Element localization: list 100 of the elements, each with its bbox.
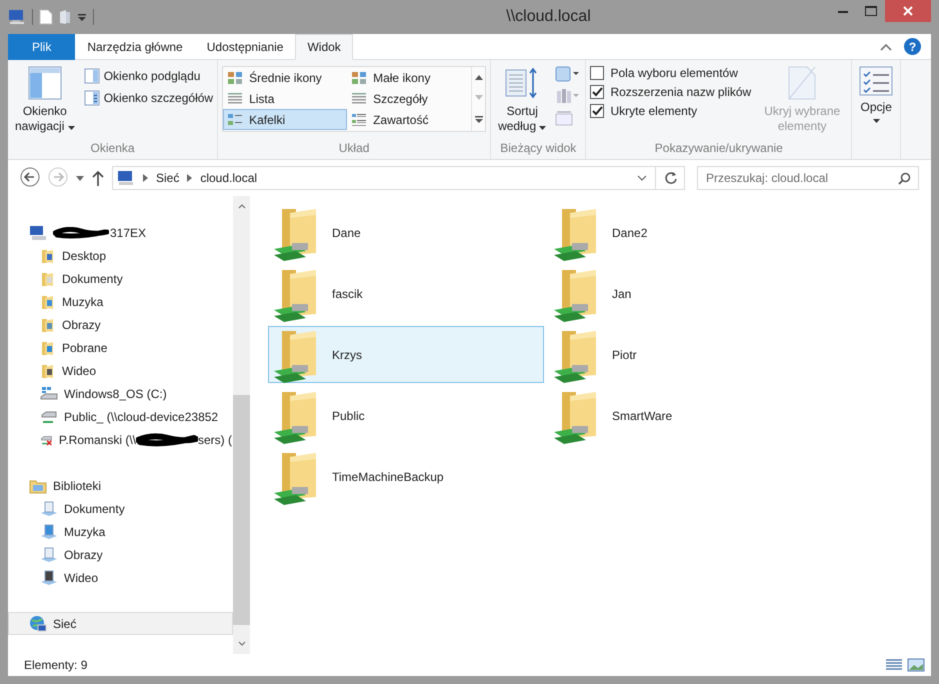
nav-label: Wideo xyxy=(64,570,98,584)
nav-item[interactable]: Pobrane xyxy=(8,336,233,359)
checkbox-option[interactable]: Ukryte elementy xyxy=(590,104,752,118)
folder-icon xyxy=(40,316,56,332)
ribbon-tab[interactable]: Narzędzia główne xyxy=(75,34,195,60)
details-view-icon[interactable] xyxy=(885,658,903,672)
checkbox-option[interactable]: Rozszerzenia nazw plików xyxy=(590,85,752,99)
layout-option[interactable]: Kafelki xyxy=(223,109,348,130)
chevron-icon[interactable] xyxy=(187,174,192,182)
search-icon xyxy=(898,172,911,185)
computer-icon xyxy=(29,224,47,240)
nav-item[interactable]: Wideo xyxy=(8,566,233,589)
chevron-icon[interactable] xyxy=(143,174,148,182)
view-icon xyxy=(227,92,244,106)
network-drive-icon xyxy=(40,408,58,424)
nav-item[interactable]: 317EX xyxy=(8,221,233,244)
scrollbar-thumb[interactable] xyxy=(233,395,250,625)
folder-tile[interactable]: TimeMachineBackup xyxy=(268,448,544,505)
folder-tile[interactable]: Krzys xyxy=(268,326,544,383)
library-icon xyxy=(40,570,58,586)
caret-icon xyxy=(68,126,75,130)
view-icon xyxy=(351,92,368,106)
nav-label: Dokumenty xyxy=(64,502,125,516)
options-button[interactable]: Opcje xyxy=(856,64,896,141)
nav-item[interactable]: Biblioteki xyxy=(8,474,233,497)
group-label: Okienka xyxy=(90,141,136,157)
nav-item[interactable]: Muzyka xyxy=(8,520,233,543)
layout-option[interactable]: Szczegóły xyxy=(347,88,472,109)
folder-tile[interactable]: Piotr xyxy=(548,326,824,383)
recent-dropdown-icon[interactable] xyxy=(76,176,84,180)
nav-item[interactable]: Sieć xyxy=(8,612,233,635)
layout-option[interactable]: Średnie ikony xyxy=(223,67,348,88)
pane-icon xyxy=(84,90,100,106)
nav-item[interactable]: Wideo xyxy=(8,359,233,382)
sort-by-button[interactable]: Sortuj według xyxy=(495,64,550,141)
folder-tile[interactable]: Jan xyxy=(548,265,824,322)
computer-icon[interactable] xyxy=(8,9,26,25)
nav-item[interactable]: Public_ (\\cloud-device23852 xyxy=(8,405,233,428)
folder-tile[interactable]: Dane xyxy=(268,204,544,261)
collapse-ribbon-icon[interactable] xyxy=(880,42,892,50)
folder-tile[interactable]: Public xyxy=(268,387,544,444)
nav-item[interactable]: Obrazy xyxy=(8,313,233,336)
ribbon-tab[interactable]: Udostępnianie xyxy=(194,34,296,60)
nav-item[interactable]: Obrazy xyxy=(8,543,233,566)
help-button[interactable]: ? xyxy=(904,38,921,55)
large-icons-view-icon[interactable] xyxy=(907,658,925,672)
nav-item[interactable]: Desktop xyxy=(8,244,233,267)
scroll-down-icon[interactable] xyxy=(238,641,246,646)
properties-icon[interactable] xyxy=(39,9,53,25)
pane-toggle-button[interactable]: Okienko podglądu xyxy=(84,66,214,85)
checkbox[interactable] xyxy=(590,85,604,99)
expand-gallery-icon[interactable] xyxy=(474,116,483,124)
up-arrow-icon[interactable] xyxy=(92,170,104,186)
folder-tile[interactable]: SmartWare xyxy=(548,387,824,444)
nav-item[interactable]: Muzyka xyxy=(8,290,233,313)
size-columns-icon[interactable] xyxy=(555,110,574,126)
scroll-up-icon[interactable] xyxy=(238,204,246,209)
dropdown-caret-icon[interactable] xyxy=(77,11,87,23)
nav-item[interactable]: P.Romanski (\\ sers) ( xyxy=(8,428,233,451)
folder-name: fascik xyxy=(332,286,363,300)
maximize-icon xyxy=(865,6,877,16)
dropdown-icon[interactable] xyxy=(637,175,647,181)
scroll-up-icon[interactable] xyxy=(474,74,483,80)
navigation-pane-button[interactable]: Okienko nawigacji xyxy=(12,64,78,141)
caret-icon xyxy=(539,126,546,130)
folder-icon xyxy=(40,270,56,286)
search-field[interactable]: Przeszukaj: cloud.local xyxy=(697,166,919,190)
checkbox[interactable] xyxy=(590,104,604,118)
folder-tile[interactable]: fascik xyxy=(268,265,544,322)
nav-label: Desktop xyxy=(62,248,106,262)
layout-option[interactable]: Zawartość xyxy=(347,109,472,130)
nav-item[interactable]: Windows8_OS (C:) xyxy=(8,382,233,405)
nav-label: Dokumenty xyxy=(62,272,123,286)
folder-name: Krzys xyxy=(332,348,362,362)
checkbox[interactable] xyxy=(590,66,604,80)
library-icon xyxy=(40,546,58,562)
item-count: Elementy: 9 xyxy=(24,658,88,672)
group-label: Pokazywanie/ukrywanie xyxy=(654,141,784,157)
group-by-icon[interactable] xyxy=(555,66,582,82)
breadcrumb[interactable]: cloud.local xyxy=(200,171,258,185)
breadcrumb[interactable]: Sieć xyxy=(156,171,180,185)
nav-label: sers) ( xyxy=(198,432,232,446)
layout-option[interactable]: Lista xyxy=(223,88,348,109)
globe-icon xyxy=(29,614,47,632)
nav-label: Sieć xyxy=(53,616,76,630)
ribbon-tab[interactable]: Widok xyxy=(295,34,353,60)
ribbon-tab[interactable]: Plik xyxy=(8,34,76,60)
back-button[interactable] xyxy=(20,166,40,190)
checklist-icon xyxy=(859,66,894,96)
nav-label: P.Romanski (\\ xyxy=(58,432,136,446)
refresh-icon[interactable] xyxy=(664,171,678,185)
checkbox-option[interactable]: Pola wyboru elementów xyxy=(590,66,752,80)
close-button[interactable] xyxy=(885,0,931,22)
pane-toggle-button[interactable]: Okienko szczegółów xyxy=(84,88,214,107)
nav-item[interactable]: Dokumenty xyxy=(8,497,233,520)
scrollbar[interactable] xyxy=(233,196,250,654)
layout-option[interactable]: Małe ikony xyxy=(347,67,472,88)
nav-item[interactable]: Dokumenty xyxy=(8,267,233,290)
address-bar[interactable]: Sieć cloud.local xyxy=(112,166,685,190)
folder-tile[interactable]: Dane2 xyxy=(548,204,824,261)
